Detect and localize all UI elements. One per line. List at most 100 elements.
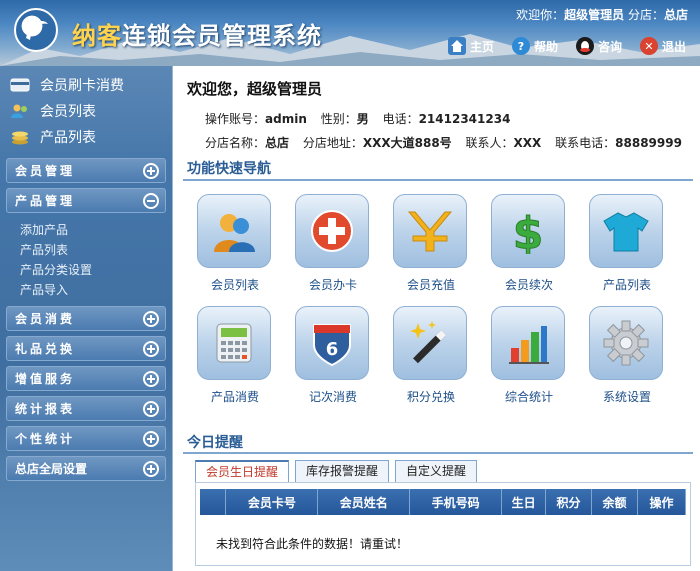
reminder-table: 会员卡号 会员姓名 手机号码 生日 积分 余额 操作: [200, 489, 687, 515]
quick-link-card-consume[interactable]: 会员刷卡消费: [10, 72, 172, 98]
expand-icon[interactable]: [143, 370, 159, 387]
gear-icon: [589, 306, 663, 380]
expand-icon[interactable]: [143, 340, 159, 357]
tab-stock-alert[interactable]: 库存报警提醒: [295, 460, 390, 482]
table-header-blank: [200, 489, 227, 515]
submenu-product-import[interactable]: 产品导入: [20, 280, 166, 300]
dollar-icon: $: [491, 194, 565, 268]
tile-add-card[interactable]: 会员办卡: [295, 194, 371, 293]
welcome-bar: 欢迎你：超级管理员 分店：总店: [516, 6, 688, 23]
table-header: 操作: [637, 489, 687, 515]
system-name: 连锁会员管理系统: [122, 22, 322, 50]
account-info: 操作账号：admin 性别：男 电话：21412341234: [205, 110, 510, 127]
menu-label: 增值服务: [15, 372, 76, 386]
contact-value: XXX: [513, 136, 542, 150]
svg-text:6: 6: [326, 339, 339, 360]
gender-label: 性别：: [320, 112, 357, 126]
reminder-panel: 会员卡号 会员姓名 手机号码 生日 积分 余额 操作 未找到符合此条件的数据！请…: [195, 482, 691, 566]
menu-member-consume[interactable]: 会员消费: [6, 306, 166, 331]
tile-label: 产品列表: [602, 278, 651, 292]
expand-icon[interactable]: [143, 400, 159, 417]
consult-button[interactable]: 咨询: [568, 34, 630, 58]
exit-icon: ✕: [639, 37, 658, 55]
tab-custom-reminder[interactable]: 自定义提醒: [395, 460, 478, 482]
quick-link-product-list[interactable]: 产品列表: [10, 124, 172, 150]
tile-product-list[interactable]: 产品列表: [589, 194, 665, 293]
table-header: 手机号码: [409, 489, 503, 515]
quick-link-label: 产品列表: [40, 130, 96, 146]
menu-statistics[interactable]: 统计报表: [6, 396, 166, 421]
qq-icon: [575, 37, 594, 55]
tile-label: 系统设置: [602, 390, 651, 404]
table-header: 会员姓名: [317, 489, 411, 515]
home-button[interactable]: 主页: [440, 34, 502, 58]
help-button[interactable]: ? 帮助: [504, 34, 566, 58]
branch-info: 分店名称：总店 分店地址：XXX大道888号 联系人：XXX 联系电话：8888…: [205, 134, 682, 151]
table-header: 积分: [545, 489, 593, 515]
tile-system-settings[interactable]: 系统设置: [589, 306, 665, 405]
expand-icon[interactable]: [143, 430, 159, 447]
collapse-icon[interactable]: [143, 192, 159, 209]
logout-label: 退出: [661, 39, 686, 54]
tile-count-consume[interactable]: 6 记次消费: [295, 306, 371, 405]
tile-product-consume[interactable]: 产品消费: [197, 306, 273, 405]
branch-value: 总店: [265, 136, 290, 150]
sidebar: 会员刷卡消费 会员列表 产品列表 会员管理 产品管理 添加产品 产品列表 产品分…: [0, 66, 172, 571]
top-nav: 主页 ? 帮助 咨询 ✕ 退出: [440, 34, 694, 58]
expand-icon[interactable]: [143, 310, 159, 327]
submenu-product-category[interactable]: 产品分类设置: [20, 260, 166, 280]
home-label: 主页: [469, 39, 494, 54]
consult-label: 咨询: [597, 39, 622, 54]
expand-icon[interactable]: [143, 460, 159, 477]
tile-statistics[interactable]: 综合统计: [491, 306, 567, 405]
address-value: XXX大道888号: [362, 136, 452, 150]
menu-value-added[interactable]: 增值服务: [6, 366, 166, 391]
logo-icon: [14, 8, 58, 52]
reminder-tabs: 会员生日提醒 库存报警提醒 自定义提醒: [195, 460, 478, 482]
add-card-icon: [295, 194, 369, 268]
menu-label: 总店全局设置: [15, 462, 88, 476]
gender-value: 男: [356, 112, 369, 126]
tile-label: 会员列表: [210, 278, 259, 292]
sidebar-menu: 会员管理 产品管理 添加产品 产品列表 产品分类设置 产品导入 会员消费 礼品兑…: [0, 154, 172, 490]
table-header: 余额: [591, 489, 638, 515]
menu-product-management[interactable]: 产品管理: [6, 188, 166, 213]
contact-phone-value: 88889999: [615, 136, 682, 150]
menu-custom-stats[interactable]: 个性统计: [6, 426, 166, 451]
logout-button[interactable]: ✕ 退出: [632, 34, 694, 58]
tile-member-list[interactable]: 会员列表: [197, 194, 273, 293]
account-label: 操作账号：: [205, 112, 266, 126]
expand-icon[interactable]: [143, 162, 159, 179]
menu-label: 统计报表: [15, 402, 76, 416]
tshirt-icon: [589, 194, 663, 268]
table-header: 生日: [501, 489, 547, 515]
table-header-row: 会员卡号 会员姓名 手机号码 生日 积分 余额 操作: [200, 489, 687, 515]
menu-label: 会员消费: [15, 312, 76, 326]
tile-label: 综合统计: [504, 390, 553, 404]
member-list-icon: [197, 194, 271, 268]
submenu-add-product[interactable]: 添加产品: [20, 220, 166, 240]
quick-link-member-list[interactable]: 会员列表: [10, 98, 172, 124]
app-title: 纳客连锁会员管理系统: [72, 16, 322, 51]
current-branch: 总店: [663, 8, 688, 22]
branch-prefix: 分店：: [627, 8, 664, 22]
users-icon: [10, 103, 30, 119]
tile-renew[interactable]: $ 会员续次: [491, 194, 567, 293]
reminder-section-title: 今日提醒: [187, 435, 243, 451]
app-header: 纳客连锁会员管理系统 欢迎你：超级管理员 分店：总店 主页 ? 帮助 咨询 ✕ …: [0, 0, 700, 66]
brand-name: 纳客: [72, 22, 122, 50]
tile-recharge[interactable]: 会员充值: [393, 194, 469, 293]
calculator-icon: [197, 306, 271, 380]
menu-label: 会员管理: [15, 164, 76, 178]
tab-birthday-reminder[interactable]: 会员生日提醒: [195, 460, 290, 482]
menu-label: 礼品兑换: [15, 342, 76, 356]
magic-wand-icon: [393, 306, 467, 380]
menu-member-management[interactable]: 会员管理: [6, 158, 166, 183]
menu-label: 个性统计: [15, 432, 76, 446]
menu-global-settings[interactable]: 总店全局设置: [6, 456, 166, 481]
count-badge-icon: 6: [295, 306, 369, 380]
submenu-product-list[interactable]: 产品列表: [20, 240, 166, 260]
tile-label: 产品消费: [210, 390, 259, 404]
menu-gift-exchange[interactable]: 礼品兑换: [6, 336, 166, 361]
tile-points-exchange[interactable]: 积分兑换: [393, 306, 469, 405]
